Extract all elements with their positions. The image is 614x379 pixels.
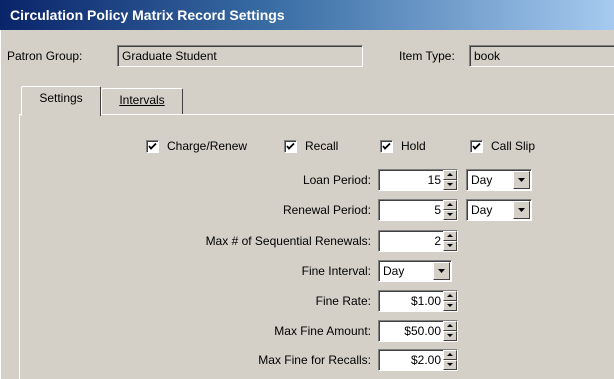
settings-tab-panel: Charge/Renew Recall Hold Call Slip Loan …	[19, 114, 614, 379]
recall-label: Recall	[305, 139, 339, 153]
fine-rate-up-button[interactable]	[443, 291, 457, 301]
spin-up-arrow-icon	[447, 203, 453, 206]
loan-period-unit-select[interactable]: Day	[466, 169, 532, 191]
checkmark-icon	[472, 142, 481, 150]
patron-group-field: Graduate Student	[117, 45, 363, 67]
max-fine-recalls-label: Max Fine for Recalls:	[258, 353, 371, 367]
max-renewals-label: Max # of Sequential Renewals:	[205, 234, 371, 248]
max-fine-recalls-value: $2.00	[410, 353, 441, 367]
chevron-down-icon	[518, 178, 525, 182]
spin-down-arrow-icon	[447, 244, 453, 247]
call-slip-label: Call Slip	[491, 139, 536, 153]
charge-renew-checkbox[interactable]	[146, 140, 159, 153]
max-renewals-up-button[interactable]	[443, 231, 457, 241]
loan-period-up-button[interactable]	[443, 170, 457, 180]
charge-renew-label: Charge/Renew	[167, 139, 248, 153]
fine-interval-label: Fine Interval:	[301, 264, 371, 278]
spin-up-arrow-icon	[447, 324, 453, 327]
chevron-down-icon	[438, 269, 445, 273]
hold-checkbox[interactable]	[380, 140, 393, 153]
max-fine-recalls-spinner[interactable]: $2.00	[378, 349, 458, 371]
chevron-down-icon	[518, 208, 525, 212]
max-fine-amount-spinner[interactable]: $50.00	[378, 320, 458, 342]
renewal-period-unit-select[interactable]: Day	[466, 199, 532, 221]
renewal-period-label: Renewal Period:	[282, 203, 371, 217]
loan-period-unit-value: Day	[471, 173, 493, 187]
renewal-period-unit-value: Day	[471, 203, 493, 217]
renewal-period-value: 5	[434, 203, 441, 217]
hold-label: Hold	[401, 139, 426, 153]
spin-down-arrow-icon	[447, 363, 453, 366]
patron-group-label: Patron Group:	[7, 49, 83, 63]
tab-settings-label: Settings	[39, 91, 83, 105]
fine-rate-value: $1.00	[410, 294, 441, 308]
window-title: Circulation Policy Matrix Record Setting…	[10, 7, 285, 23]
loan-period-spinner[interactable]: 15	[378, 169, 458, 191]
max-fine-recalls-down-button[interactable]	[443, 360, 457, 370]
loan-period-down-button[interactable]	[443, 180, 457, 190]
fine-rate-spinner[interactable]: $1.00	[378, 290, 458, 312]
spin-down-arrow-icon	[447, 183, 453, 186]
max-fine-amount-up-button[interactable]	[443, 321, 457, 331]
tab-intervals-label: Intervals	[119, 93, 165, 107]
checkmark-icon	[286, 142, 295, 150]
loan-period-unit-dropdown-button[interactable]	[513, 171, 530, 189]
renewal-period-down-button[interactable]	[443, 210, 457, 220]
fine-interval-value: Day	[383, 264, 405, 278]
renewal-period-up-button[interactable]	[443, 200, 457, 210]
dialog-body: Patron Group: Graduate Student Item Type…	[0, 30, 614, 379]
max-renewals-value: 2	[434, 234, 441, 248]
spin-up-arrow-icon	[447, 353, 453, 356]
fine-rate-label: Fine Rate:	[315, 294, 371, 308]
spin-down-arrow-icon	[447, 304, 453, 307]
tab-settings[interactable]: Settings	[21, 86, 101, 116]
checkmark-icon	[148, 142, 157, 150]
spin-up-arrow-icon	[447, 294, 453, 297]
loan-period-value: 15	[427, 173, 441, 187]
max-renewals-spinner[interactable]: 2	[378, 230, 458, 252]
call-slip-checkbox[interactable]	[470, 140, 483, 153]
item-type-field: book	[469, 45, 614, 67]
tab-intervals[interactable]: Intervals	[101, 88, 183, 114]
max-fine-amount-label: Max Fine Amount:	[274, 324, 371, 338]
max-fine-amount-down-button[interactable]	[443, 331, 457, 341]
renewal-period-unit-dropdown-button[interactable]	[513, 201, 530, 219]
max-fine-amount-value: $50.00	[404, 324, 441, 338]
fine-interval-dropdown-button[interactable]	[433, 262, 450, 280]
recall-checkbox[interactable]	[284, 140, 297, 153]
item-type-label: Item Type:	[399, 49, 455, 63]
max-fine-recalls-up-button[interactable]	[443, 350, 457, 360]
renewal-period-spinner[interactable]: 5	[378, 199, 458, 221]
checkmark-icon	[382, 142, 391, 150]
max-renewals-down-button[interactable]	[443, 241, 457, 251]
spin-up-arrow-icon	[447, 234, 453, 237]
fine-rate-down-button[interactable]	[443, 301, 457, 311]
spin-down-arrow-icon	[447, 213, 453, 216]
window-title-bar: Circulation Policy Matrix Record Setting…	[0, 0, 614, 30]
spin-up-arrow-icon	[447, 173, 453, 176]
fine-interval-select[interactable]: Day	[378, 260, 452, 282]
spin-down-arrow-icon	[447, 334, 453, 337]
loan-period-label: Loan Period:	[302, 173, 371, 187]
